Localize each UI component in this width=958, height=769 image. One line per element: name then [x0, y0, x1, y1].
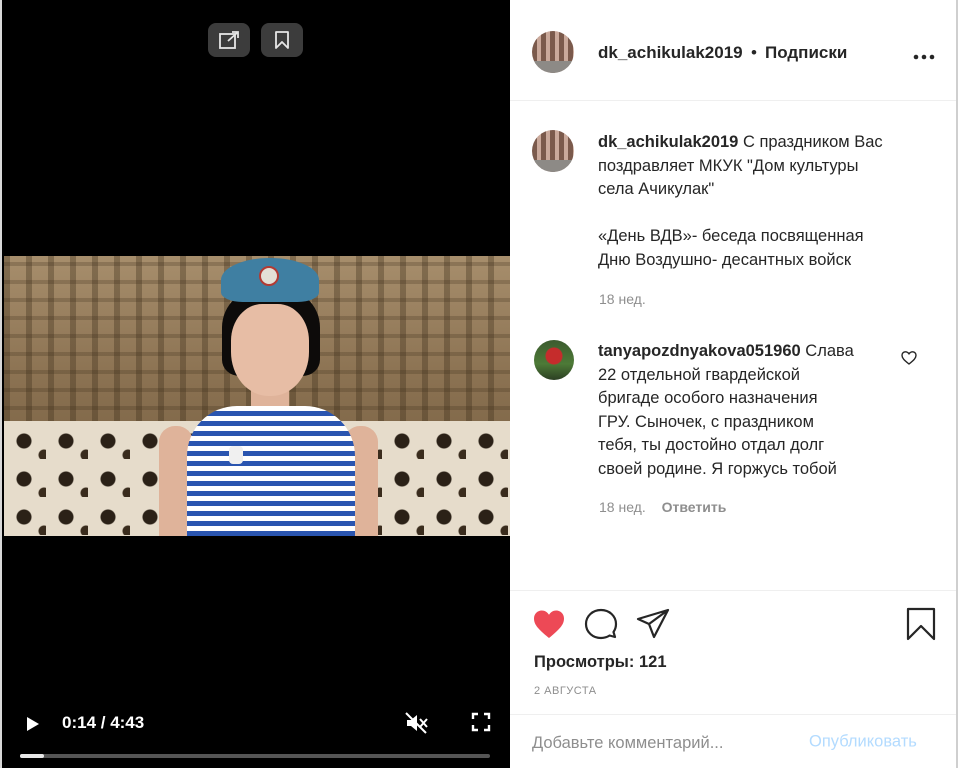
mute-button[interactable] — [405, 712, 429, 734]
header-separator: • — [751, 43, 757, 62]
comment-input[interactable] — [530, 729, 794, 757]
caption-line: «День ВДВ»- беседа посвященная — [598, 227, 864, 245]
comment-time[interactable]: 18 нед. — [599, 499, 646, 515]
fullscreen-button[interactable] — [471, 712, 491, 734]
comment-like-icon[interactable] — [901, 350, 917, 366]
video-time: 0:14 / 4:43 — [62, 713, 145, 732]
paper-plane-icon[interactable] — [636, 607, 670, 641]
caption-line: села Ачикулак" — [598, 180, 715, 198]
fullscreen-icon — [471, 712, 491, 732]
more-options-button[interactable] — [913, 48, 935, 60]
comment-line: своей родине. Я горжусь тобой — [598, 459, 837, 478]
heart-filled-icon[interactable] — [532, 607, 566, 641]
presenter — [159, 256, 378, 536]
video-controls: 0:14 / 4:43 — [2, 698, 510, 768]
more-dots-icon — [913, 54, 935, 60]
following-button[interactable]: Подписки — [765, 43, 847, 63]
comment-line: Слава — [800, 342, 854, 360]
comment: tanyapozdnyakova051960 Слава 22 отдельно… — [598, 340, 898, 481]
caption-username[interactable]: dk_achikulak2019 — [598, 133, 738, 151]
external-share-button[interactable] — [208, 23, 250, 57]
comment-meta: 18 нед. Ответить — [599, 499, 726, 515]
caption-line: С праздником Вас — [738, 133, 883, 151]
reply-button[interactable]: Ответить — [662, 499, 727, 515]
video-player[interactable]: 0:14 / 4:43 — [0, 0, 512, 768]
comment-line: бригаде особого назначения — [598, 389, 818, 407]
comment-line: ГРУ. Сыночек, с праздником — [598, 412, 814, 431]
views-count[interactable]: Просмотры: 121 — [534, 653, 667, 672]
muted-speaker-icon — [405, 712, 428, 734]
comment-avatar[interactable] — [534, 340, 574, 380]
post-header: dk_achikulak2019 • Подписки — [510, 0, 956, 101]
post-side-panel: dk_achikulak2019 • Подписки dk_achikulak… — [510, 0, 958, 768]
video-progress-fill — [20, 754, 44, 758]
caption-avatar[interactable] — [532, 130, 574, 172]
bookmark-button[interactable] — [261, 23, 303, 57]
comment-line: тебя, ты достойно отдал долг — [598, 436, 825, 454]
caption-time[interactable]: 18 нед. — [599, 291, 646, 307]
video-frame — [4, 256, 512, 536]
external-share-icon — [219, 31, 239, 49]
play-icon — [27, 717, 39, 731]
comment-line: 22 отдельной гвардейской — [598, 365, 800, 384]
header-username[interactable]: dk_achikulak2019 — [598, 43, 743, 63]
video-progress-bar[interactable] — [20, 754, 490, 758]
caption-line: Дню Воздушно- десантных войск — [598, 250, 852, 269]
comment-bubble-icon[interactable] — [584, 607, 618, 641]
post-actions: Просмотры: 121 2 АВГУСТА — [510, 590, 956, 715]
play-button[interactable] — [24, 714, 42, 734]
publish-button[interactable]: Опубликовать — [809, 733, 917, 752]
add-comment-bar: Опубликовать — [510, 714, 956, 769]
save-bookmark-icon[interactable] — [904, 607, 938, 641]
avatar[interactable] — [532, 31, 574, 73]
comment-username[interactable]: tanyapozdnyakova051960 — [598, 342, 801, 360]
bookmark-icon — [275, 31, 289, 49]
caption: dk_achikulak2019 С праздником Вас поздра… — [598, 131, 938, 272]
post-date[interactable]: 2 АВГУСТА — [534, 685, 597, 697]
caption-line: поздравляет МКУК "Дом культуры — [598, 156, 859, 175]
